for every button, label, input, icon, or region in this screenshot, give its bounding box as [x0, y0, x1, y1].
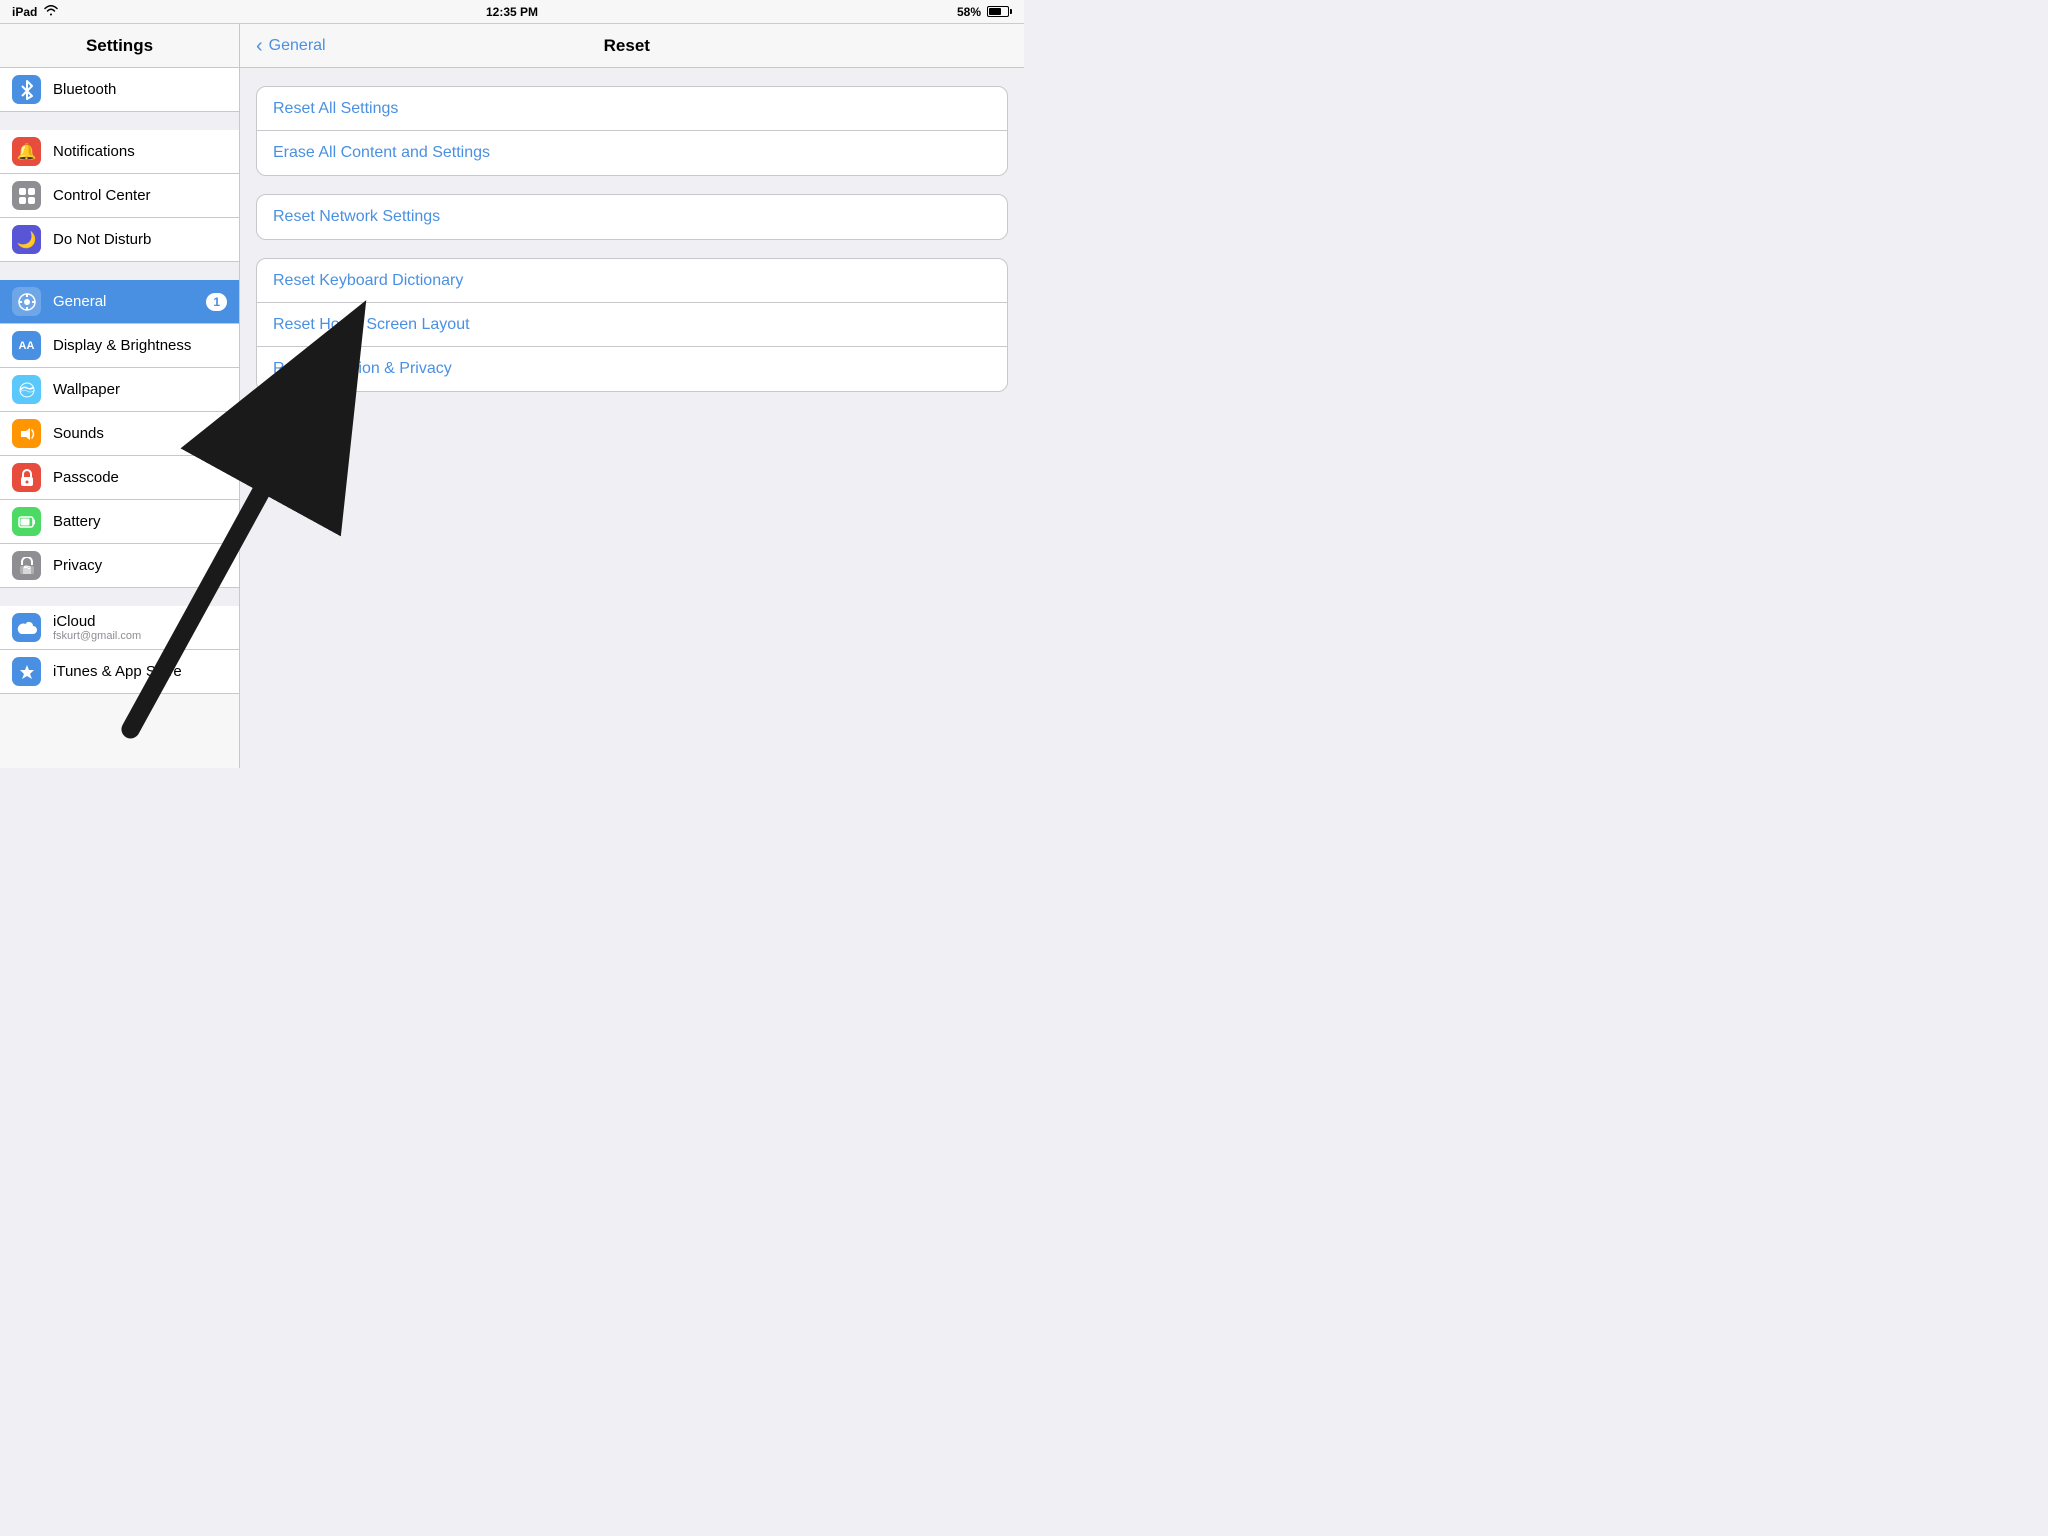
general-label: General	[53, 293, 200, 310]
sidebar-item-wallpaper[interactable]: Wallpaper	[0, 368, 239, 412]
content-panel: ‹ General Reset Reset All Settings Erase…	[240, 24, 1024, 768]
notifications-label: Notifications	[53, 143, 227, 160]
status-bar: iPad 12:35 PM 58%	[0, 0, 1024, 24]
sidebar: Settings Bluetooth 🔔 Notifications	[0, 24, 240, 768]
back-chevron-icon: ‹	[256, 36, 263, 56]
reset-all-settings-item[interactable]: Reset All Settings	[257, 87, 1007, 131]
itunes-label: iTunes & App Store	[53, 663, 227, 680]
sidebar-item-icloud[interactable]: iCloud fskurt@gmail.com	[0, 606, 239, 650]
sidebar-item-sounds[interactable]: Sounds	[0, 412, 239, 456]
wallpaper-icon	[12, 375, 41, 404]
reset-all-settings-label: Reset All Settings	[273, 100, 398, 118]
sidebar-title: Settings	[86, 36, 153, 56]
sounds-label: Sounds	[53, 425, 227, 442]
erase-all-item[interactable]: Erase All Content and Settings	[257, 131, 1007, 175]
reset-keyboard-item[interactable]: Reset Keyboard Dictionary	[257, 259, 1007, 303]
battery-sidebar-icon	[12, 507, 41, 536]
content-body: Reset All Settings Erase All Content and…	[240, 68, 1024, 768]
reset-group-2: Reset Network Settings	[256, 194, 1008, 240]
sidebar-item-control-center[interactable]: Control Center	[0, 174, 239, 218]
wallpaper-label: Wallpaper	[53, 381, 227, 398]
privacy-icon	[12, 551, 41, 580]
sidebar-item-do-not-disturb[interactable]: 🌙 Do Not Disturb	[0, 218, 239, 262]
display-label: Display & Brightness	[53, 337, 227, 354]
appstore-icon	[12, 657, 41, 686]
status-time: 12:35 PM	[486, 5, 538, 19]
reset-network-label: Reset Network Settings	[273, 208, 440, 226]
reset-network-item[interactable]: Reset Network Settings	[257, 195, 1007, 239]
privacy-label: Privacy	[53, 557, 227, 574]
do-not-disturb-label: Do Not Disturb	[53, 231, 227, 248]
sidebar-item-privacy[interactable]: Privacy	[0, 544, 239, 588]
sidebar-item-bluetooth[interactable]: Bluetooth	[0, 68, 239, 112]
section-gap-1	[0, 112, 239, 130]
back-label: General	[269, 37, 326, 55]
ipad-label: iPad	[12, 5, 37, 19]
general-icon	[12, 287, 41, 316]
control-center-icon	[12, 181, 41, 210]
erase-all-label: Erase All Content and Settings	[273, 144, 490, 162]
reset-home-screen-label: Reset Home Screen Layout	[273, 316, 470, 334]
sounds-icon	[12, 419, 41, 448]
reset-location-label: Reset Location & Privacy	[273, 360, 452, 378]
battery-label: Battery	[53, 513, 227, 530]
section-gap-2	[0, 262, 239, 280]
status-right: 58%	[957, 5, 1012, 19]
status-left: iPad	[12, 4, 59, 19]
content-header: ‹ General Reset	[240, 24, 1024, 68]
bluetooth-icon	[12, 75, 41, 104]
passcode-icon	[12, 463, 41, 492]
display-icon: AA	[12, 331, 41, 360]
sidebar-item-passcode[interactable]: Passcode	[0, 456, 239, 500]
icloud-text: iCloud fskurt@gmail.com	[53, 613, 227, 642]
icloud-icon	[12, 613, 41, 642]
icloud-subtitle: fskurt@gmail.com	[53, 630, 227, 642]
reset-group-1: Reset All Settings Erase All Content and…	[256, 86, 1008, 176]
main-layout: Settings Bluetooth 🔔 Notifications	[0, 24, 1024, 768]
icloud-label: iCloud	[53, 613, 227, 630]
bluetooth-label: Bluetooth	[53, 81, 227, 98]
sidebar-header: Settings	[0, 24, 239, 68]
content-title: Reset	[326, 36, 928, 56]
notifications-icon: 🔔	[12, 137, 41, 166]
passcode-label: Passcode	[53, 469, 227, 486]
wifi-icon	[43, 4, 59, 19]
general-badge: 1	[206, 293, 227, 311]
control-center-label: Control Center	[53, 187, 227, 204]
reset-keyboard-label: Reset Keyboard Dictionary	[273, 272, 463, 290]
battery-icon	[987, 6, 1012, 17]
reset-home-screen-item[interactable]: Reset Home Screen Layout	[257, 303, 1007, 347]
section-gap-3	[0, 588, 239, 606]
battery-percent: 58%	[957, 5, 981, 19]
sidebar-item-itunes[interactable]: iTunes & App Store	[0, 650, 239, 694]
sidebar-item-notifications[interactable]: 🔔 Notifications	[0, 130, 239, 174]
sidebar-content: Bluetooth 🔔 Notifications	[0, 68, 239, 768]
do-not-disturb-icon: 🌙	[12, 225, 41, 254]
sidebar-item-general[interactable]: General 1	[0, 280, 239, 324]
sidebar-item-battery[interactable]: Battery	[0, 500, 239, 544]
back-button[interactable]: ‹ General	[256, 36, 326, 56]
reset-location-item[interactable]: Reset Location & Privacy	[257, 347, 1007, 391]
reset-group-3: Reset Keyboard Dictionary Reset Home Scr…	[256, 258, 1008, 392]
sidebar-item-display[interactable]: AA Display & Brightness	[0, 324, 239, 368]
